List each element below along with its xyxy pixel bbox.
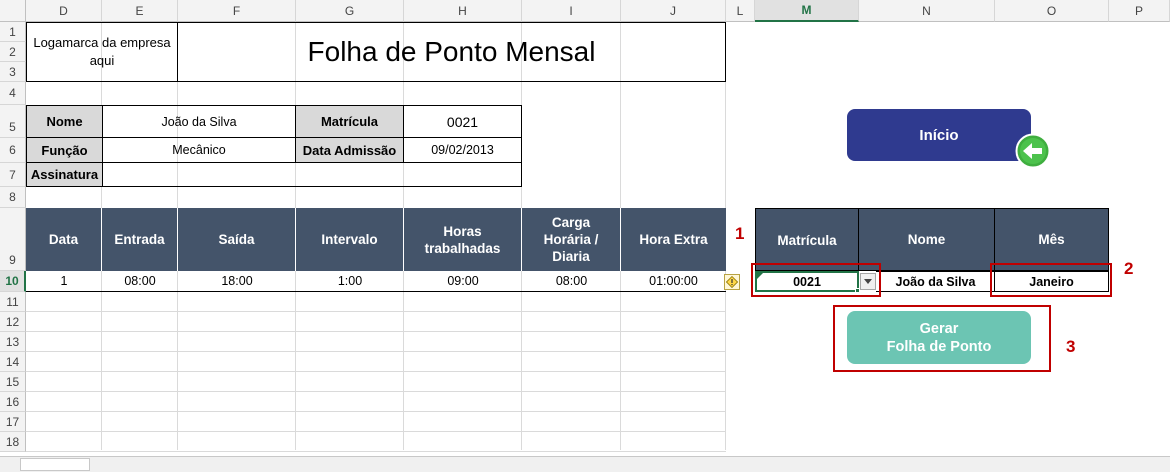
column-header-g[interactable]: G [296,0,404,22]
row-header-16[interactable]: 16 [0,392,26,412]
row-header-7[interactable]: 7 [0,163,26,187]
gridline [26,451,726,452]
timesheet-header-saida: Saída [178,208,296,271]
column-header-e[interactable]: E [102,0,178,22]
page-title-cell[interactable]: Folha de Ponto Mensal [177,22,726,82]
admissao-value[interactable]: 09/02/2013 [403,137,522,163]
select-all-corner[interactable] [0,0,26,22]
lookup-header-matricula: Matrícula [755,208,859,271]
row-header-18[interactable]: 18 [0,432,26,452]
gridline [26,371,726,372]
logo-placeholder-text: Logamarca da empresa aqui [33,35,171,68]
nome-value[interactable]: João da Silva [102,105,296,138]
row-header-1[interactable]: 1 [0,22,26,42]
annotation-box-2 [990,263,1112,297]
gridline [26,331,726,332]
row-header-13[interactable]: 13 [0,332,26,352]
lookup-nome-cell[interactable]: João da Silva [876,271,995,292]
timesheet-cell-horas-trabalhadas[interactable]: 09:00 [404,271,522,291]
lookup-header-nome: Nome [858,208,995,271]
inicio-button[interactable]: Início [847,109,1031,161]
gridline [26,391,726,392]
row-header-2[interactable]: 2 [0,42,26,62]
annotation-box-3 [833,305,1051,372]
column-header-d[interactable]: D [26,0,102,22]
row-header-14[interactable]: 14 [0,352,26,372]
timesheet-cell-entrada[interactable]: 08:00 [102,271,178,291]
row-header-3[interactable]: 3 [0,62,26,82]
row-header-8[interactable]: 8 [0,187,26,208]
matricula-label: Matrícula [295,105,404,138]
gridline [26,311,726,312]
funcao-value[interactable]: Mecânico [102,137,296,163]
timesheet-header-carga-horaria: Carga Horária / Diaria [522,208,621,271]
column-header-i[interactable]: I [522,0,621,22]
column-header-p[interactable]: P [1109,0,1170,22]
column-header-m[interactable]: M [755,0,859,22]
lookup-header-mes: Mês [994,208,1109,271]
timesheet-header-intervalo: Intervalo [296,208,404,271]
annotation-number-3: 3 [1066,337,1076,356]
row-header-4[interactable]: 4 [0,82,26,105]
timesheet-cell-carga-horaria[interactable]: 08:00 [522,271,621,291]
horizontal-scrollbar-thumb[interactable] [20,458,90,471]
annotation-number-1: 1 [735,224,745,243]
annotation-number-2: 2 [1124,259,1134,278]
timesheet-header-hora-extra: Hora Extra [621,208,726,271]
column-header-l[interactable]: L [726,0,755,22]
gridline [26,431,726,432]
timesheet-header-horas-trabalhadas: Horas trabalhadas [404,208,522,271]
column-header-j[interactable]: J [621,0,726,22]
row-header-5[interactable]: 5 [0,105,26,138]
logo-placeholder-cell[interactable]: Logamarca da empresa aqui [26,22,178,82]
row-header-6[interactable]: 6 [0,138,26,163]
gridline [26,411,726,412]
timesheet-cell-data[interactable]: 1 [26,271,102,291]
inicio-button-label: Início [919,126,959,144]
horizontal-scrollbar-track[interactable] [0,456,1170,472]
timesheet-cell-hora-extra[interactable]: 01:00:00 [621,271,726,291]
timesheet-header-entrada: Entrada [102,208,178,271]
row-header-9[interactable]: 9 [0,208,26,271]
funcao-label: Função [26,137,103,163]
admissao-label: Data Admissão [295,137,404,163]
column-header-n[interactable]: N [859,0,995,22]
gridline [26,351,726,352]
back-arrow-icon[interactable] [1015,133,1051,169]
timesheet-header-data: Data [26,208,102,271]
assinatura-value[interactable] [102,162,522,187]
row-header-17[interactable]: 17 [0,412,26,432]
nome-label: Nome [26,105,103,138]
row-header-10[interactable]: 10 [0,271,26,292]
page-title: Folha de Ponto Mensal [307,36,596,67]
column-header-o[interactable]: O [995,0,1109,22]
timesheet-cell-saida[interactable]: 18:00 [178,271,296,291]
column-header-f[interactable]: F [178,0,296,22]
annotation-box-1 [751,263,881,297]
row-header-12[interactable]: 12 [0,312,26,332]
assinatura-label: Assinatura [26,162,103,187]
matricula-value[interactable]: 0021 [403,105,522,138]
timesheet-cell-intervalo[interactable]: 1:00 [296,271,404,291]
error-warning-icon[interactable] [724,274,740,290]
column-header-h[interactable]: H [404,0,522,22]
row-header-15[interactable]: 15 [0,372,26,392]
row-header-11[interactable]: 11 [0,292,26,312]
